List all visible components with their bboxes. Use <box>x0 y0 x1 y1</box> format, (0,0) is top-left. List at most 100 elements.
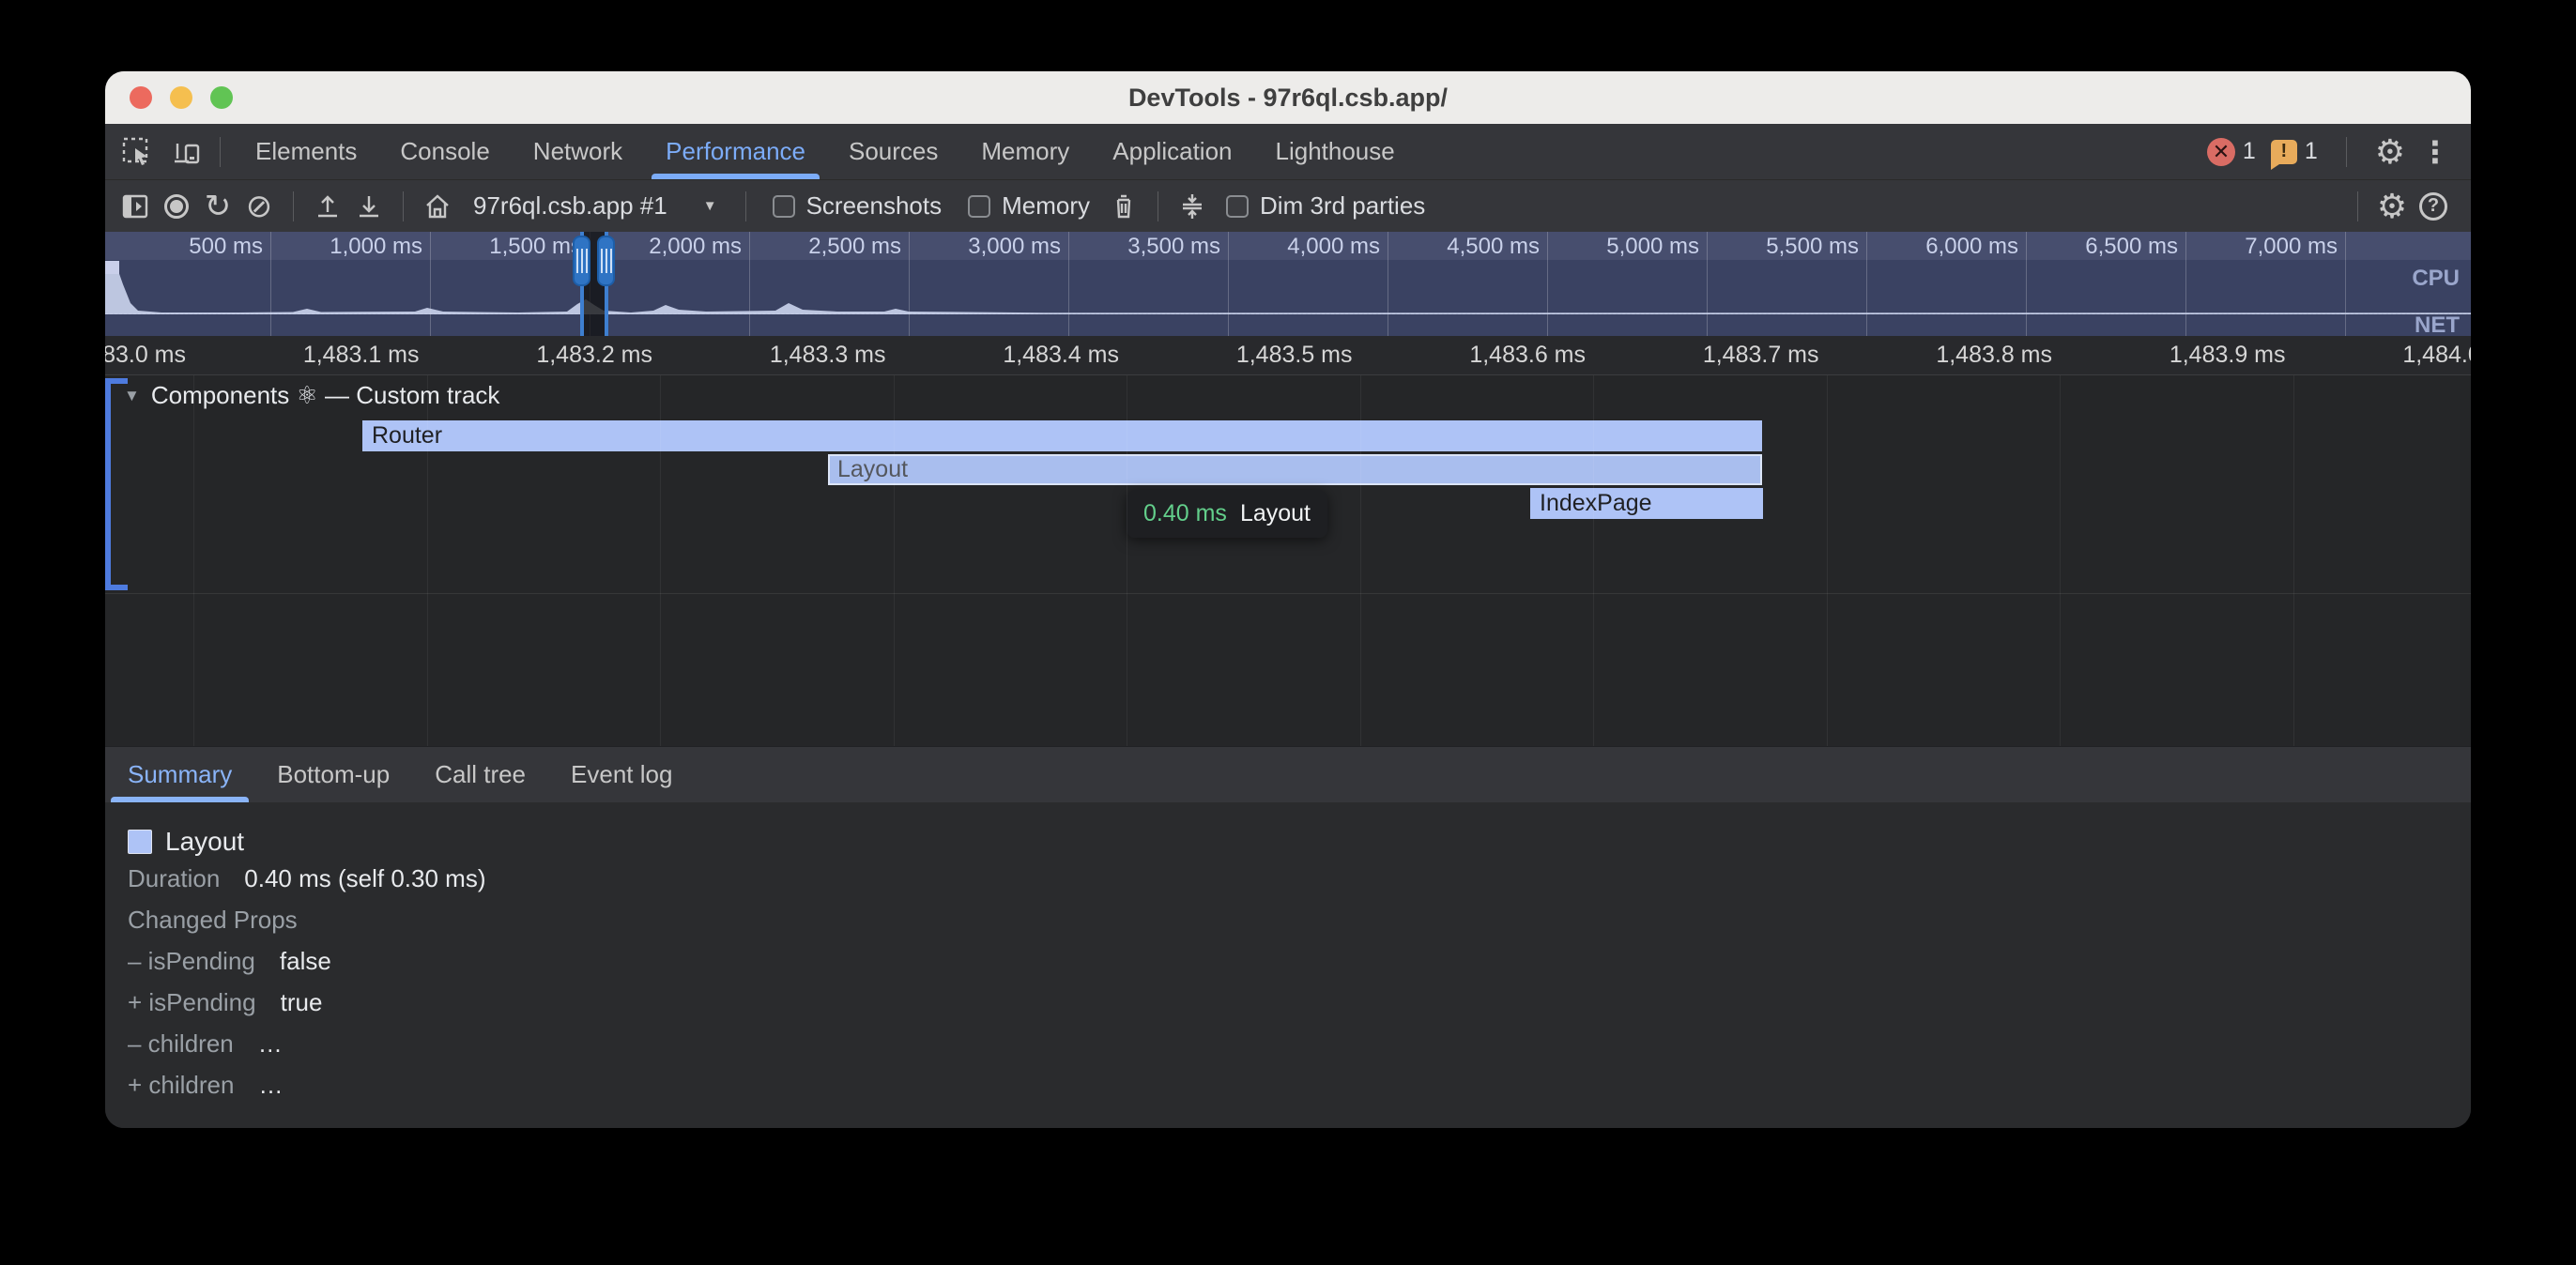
target-selector[interactable]: 97r6ql.csb.app #1 ▼ <box>458 191 732 221</box>
warning-icon: ! <box>2271 140 2297 164</box>
flame-bar-router[interactable]: Router <box>362 420 1762 451</box>
performance-toolbar: ↻ ⊘ 97r6ql.csb.app #1 ▼ Screenshots <box>105 180 2471 232</box>
overview-tick-label: 6,000 ms <box>1868 234 2018 260</box>
selection-left-handle[interactable] <box>573 236 590 286</box>
bottom-tab-call-tree[interactable]: Call tree <box>412 747 548 802</box>
checkbox-box <box>1226 195 1249 218</box>
divider <box>220 137 221 167</box>
flame-gridline <box>193 375 194 746</box>
bottom-tab-bottom-up[interactable]: Bottom-up <box>254 747 412 802</box>
summary-key: + children <box>128 1071 234 1100</box>
summary-value: … <box>258 1029 283 1059</box>
flame-gridline <box>660 375 661 746</box>
flame-gridline <box>2060 375 2061 746</box>
record-and-reload-icon[interactable]: ↻ <box>197 186 238 227</box>
capture-settings-gear-icon[interactable]: ⚙ <box>2371 186 2413 227</box>
tab-sources[interactable]: Sources <box>827 124 959 179</box>
summary-key: Duration <box>128 864 220 893</box>
divider <box>745 191 746 221</box>
divider <box>2346 137 2347 167</box>
detail-tick-label: 1,483.6 ms <box>1398 342 1586 369</box>
timeline-overview[interactable]: 500 ms1,000 ms1,500 ms2,000 ms2,500 ms3,… <box>105 232 2471 336</box>
more-options-icon[interactable]: ⋮ <box>2420 134 2450 170</box>
collapse-triangle-icon: ▼ <box>124 387 140 405</box>
settings-gear-icon[interactable]: ⚙ <box>2375 135 2405 169</box>
home-icon[interactable] <box>417 186 458 227</box>
summary-panel: Layout Duration 0.40 ms (self 0.30 ms) Cha… <box>105 802 2471 1128</box>
screenshots-checkbox[interactable]: Screenshots <box>773 191 943 221</box>
detail-time-ruler: 1,483.0 ms1,483.1 ms1,483.2 ms1,483.3 ms… <box>105 336 2471 375</box>
summary-key: Changed Props <box>128 906 298 935</box>
help-icon[interactable]: ? <box>2413 186 2454 227</box>
load-profile-icon[interactable] <box>307 186 348 227</box>
flame-gridline <box>1827 375 1828 746</box>
titlebar: DevTools - 97r6ql.csb.app/ <box>105 71 2471 124</box>
tab-lighthouse[interactable]: Lighthouse <box>1254 124 1417 179</box>
overview-tick-label: 1,000 ms <box>272 234 422 260</box>
overview-tick-label: 7,000 ms <box>2187 234 2338 260</box>
overview-marker <box>105 261 119 274</box>
flame-gridline <box>2293 375 2294 746</box>
overview-tick-label: 6,500 ms <box>2028 234 2178 260</box>
record-button[interactable] <box>156 186 197 227</box>
flame-chart[interactable]: ▼ Components ⚛ — Custom track RouterLayo… <box>105 375 2471 746</box>
detail-tick-label: 1,483.1 ms <box>232 342 420 369</box>
window-title: DevTools - 97r6ql.csb.app/ <box>105 84 2471 113</box>
net-row-label: NET <box>2415 312 2460 336</box>
dim-3rd-parties-checkbox[interactable]: Dim 3rd parties <box>1226 191 1425 221</box>
tab-performance[interactable]: Performance <box>644 124 827 179</box>
collapse-sections-icon[interactable] <box>1172 186 1213 227</box>
tab-network[interactable]: Network <box>512 124 644 179</box>
save-profile-icon[interactable] <box>348 186 390 227</box>
minimize-window-button[interactable] <box>170 86 192 109</box>
react-atom-icon: ⚛ <box>296 381 317 409</box>
detail-tick-label: 1,483.7 ms <box>1632 342 1819 369</box>
flame-bar-layout[interactable]: Layout <box>828 454 1762 485</box>
error-badge[interactable]: ✕ 1 <box>2207 138 2256 166</box>
flame-bar-indexpage[interactable]: IndexPage <box>1530 488 1763 519</box>
summary-row: + children… <box>128 1071 2471 1112</box>
collect-garbage-icon[interactable] <box>1103 186 1144 227</box>
detail-tick-label: 1,483.4 ms <box>931 342 1119 369</box>
summary-row: – isPendingfalse <box>128 947 2471 988</box>
tab-memory[interactable]: Memory <box>959 124 1091 179</box>
overview-tick-label: 2,500 ms <box>751 234 901 260</box>
warning-badge[interactable]: ! 1 <box>2271 138 2318 165</box>
detail-tick-label: 1,483.8 ms <box>1864 342 2052 369</box>
device-toolbar-icon[interactable] <box>169 133 207 171</box>
bottom-tab-summary[interactable]: Summary <box>105 747 254 802</box>
tooltip-label: Layout <box>1240 500 1311 527</box>
tab-console[interactable]: Console <box>378 124 511 179</box>
flame-gridline <box>894 375 895 746</box>
summary-key: + isPending <box>128 988 256 1017</box>
tab-elements[interactable]: Elements <box>234 124 378 179</box>
clear-icon[interactable]: ⊘ <box>238 186 280 227</box>
tab-application[interactable]: Application <box>1091 124 1253 179</box>
divider <box>293 191 294 221</box>
main-tabbar: ElementsConsoleNetworkPerformanceSources… <box>105 124 2471 180</box>
toggle-sidebar-icon[interactable] <box>115 186 156 227</box>
details-tabbar: SummaryBottom-upCall treeEvent log <box>105 746 2471 802</box>
detail-tick-label: 1,483.3 ms <box>698 342 886 369</box>
detail-tick-label: 1,484.0 ms <box>2331 342 2471 369</box>
divider <box>2357 191 2358 221</box>
summary-row: Changed Props <box>128 906 2471 947</box>
selection-right-handle[interactable] <box>597 236 615 286</box>
event-color-swatch <box>128 830 152 854</box>
close-window-button[interactable] <box>130 86 152 109</box>
summary-event-title: Layout <box>165 827 244 857</box>
zoom-window-button[interactable] <box>210 86 233 109</box>
memory-checkbox[interactable]: Memory <box>968 191 1090 221</box>
checkbox-box <box>968 195 990 218</box>
checkbox-box <box>773 195 795 218</box>
divider <box>403 191 404 221</box>
track-header-components[interactable]: ▼ Components ⚛ — Custom track <box>124 381 499 410</box>
detail-tick-label: 1,483.5 ms <box>1165 342 1353 369</box>
inspect-element-icon[interactable] <box>118 133 156 171</box>
overview-tick-label: 500 ms <box>113 234 263 260</box>
summary-row: + isPendingtrue <box>128 988 2471 1029</box>
detail-tick-label: 1,483.9 ms <box>2098 342 2286 369</box>
overview-tick-label: 1,500 ms <box>432 234 582 260</box>
bottom-tab-event-log[interactable]: Event log <box>548 747 695 802</box>
summary-value: 0.40 ms (self 0.30 ms) <box>244 864 485 893</box>
